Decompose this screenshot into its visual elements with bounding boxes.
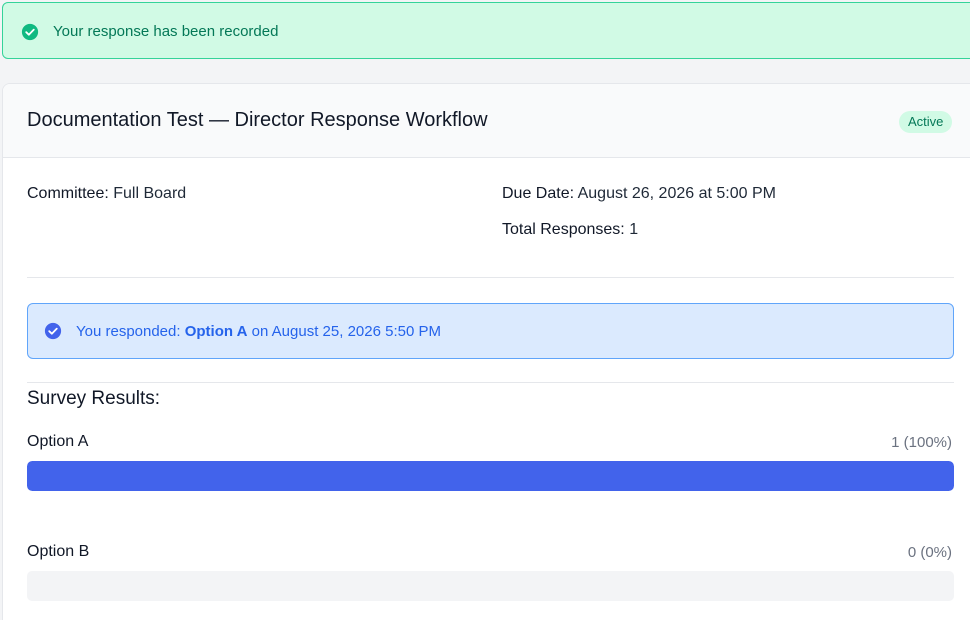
total-responses-label: Total Responses: [502, 221, 625, 238]
option-count: 1 (100%) [891, 434, 952, 451]
due-date-label: Due Date: [502, 185, 575, 202]
committee-value: Full Board [113, 185, 187, 202]
progress-bar-fill [27, 461, 954, 491]
survey-card: Documentation Test — Director Response W… [2, 83, 970, 620]
progress-bar-track [27, 571, 954, 601]
survey-results-title: Survey Results: [27, 388, 161, 409]
committee-info: Committee: Full Board [27, 185, 186, 203]
response-prefix: You responded: [76, 323, 181, 340]
option-label: Option B [27, 543, 90, 560]
check-circle-icon [44, 322, 62, 340]
committee-label: Committee: [27, 185, 109, 202]
divider [27, 277, 954, 278]
due-date-info: Due Date: August 26, 2026 at 5:00 PM [502, 185, 776, 203]
status-badge: Active [899, 111, 953, 133]
check-circle-icon [21, 23, 39, 41]
option-label: Option A [27, 433, 89, 450]
response-option: Option A [184, 323, 248, 340]
success-toast: Your response has been recorded [2, 2, 970, 59]
response-notice: You responded: Option A on August 25, 20… [27, 303, 954, 359]
response-suffix: on August 25, 2026 5:50 PM [251, 323, 441, 340]
progress-bar-track [27, 461, 954, 491]
response-notice-text: You responded: Option A on August 25, 20… [76, 323, 441, 340]
total-responses-info: Total Responses: 1 [502, 221, 638, 239]
toast-message: Your response has been recorded [53, 23, 279, 40]
survey-header: Documentation Test — Director Response W… [3, 84, 970, 158]
total-responses-value: 1 [629, 221, 639, 238]
survey-title: Documentation Test — Director Response W… [27, 109, 488, 131]
option-count: 0 (0%) [907, 544, 952, 561]
divider [27, 382, 954, 383]
due-date-value: August 26, 2026 at 5:00 PM [577, 185, 776, 202]
